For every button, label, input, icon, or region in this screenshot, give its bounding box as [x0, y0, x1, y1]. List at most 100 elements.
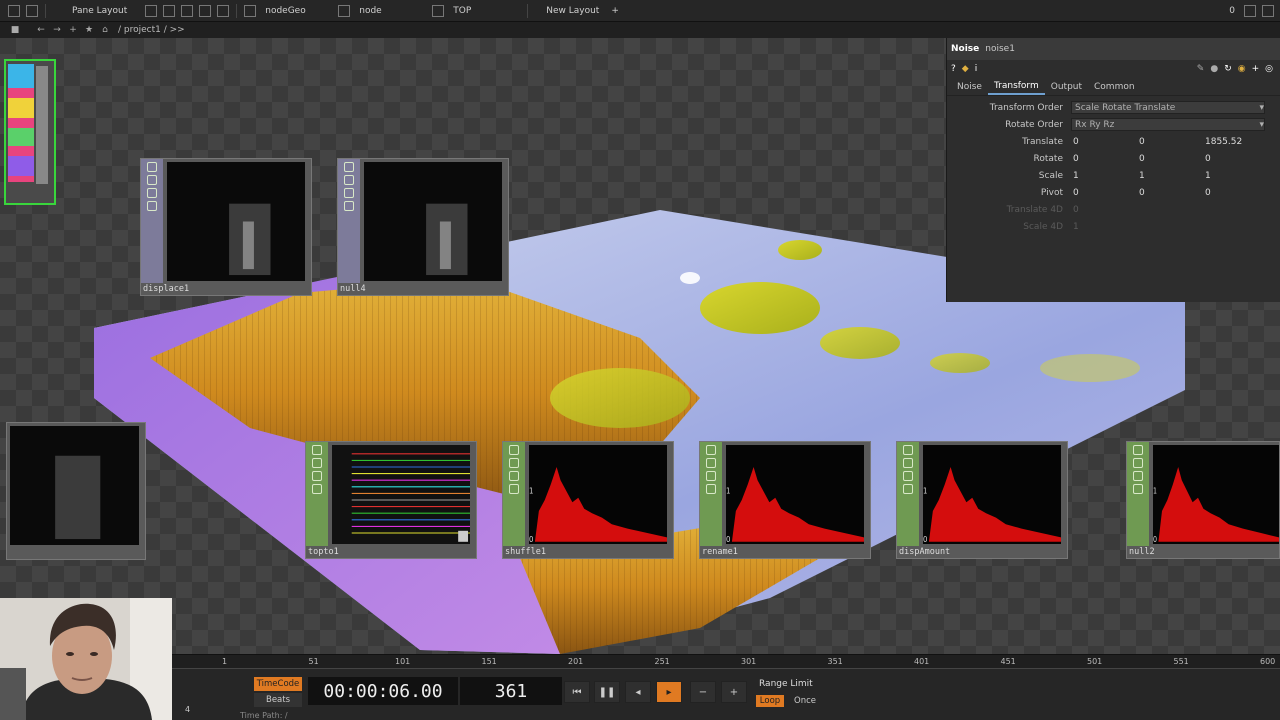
layout-triple-icon[interactable] — [181, 4, 194, 17]
play-button[interactable]: ▸ — [656, 681, 682, 703]
arrow-icon[interactable] — [706, 471, 716, 481]
timecode-display[interactable]: 00:00:06.00 — [308, 677, 458, 705]
bypass-icon[interactable] — [147, 201, 157, 211]
viewer-toggle-icon[interactable] — [147, 162, 157, 172]
network-path[interactable]: / project1 / >> — [118, 25, 185, 35]
rotate-order-dropdown[interactable]: Rx Ry Rz ▾ — [1071, 118, 1265, 131]
scale-x-field[interactable]: 1 — [1071, 171, 1137, 181]
color-icon[interactable]: ◉ — [1238, 64, 1246, 74]
scale-y-field[interactable]: 1 — [1137, 171, 1203, 181]
op-unnamed[interactable] — [6, 422, 146, 560]
edit-icon[interactable] — [903, 458, 913, 468]
tab-noise[interactable]: Noise — [951, 80, 988, 94]
add-icon[interactable]: + — [66, 24, 80, 36]
op-null2[interactable]: 1 0 null2 — [1126, 441, 1280, 559]
arrow-icon[interactable] — [344, 188, 354, 198]
bypass-icon[interactable] — [1133, 484, 1143, 494]
help-icon[interactable]: ? — [951, 64, 956, 74]
decrement-button[interactable]: − — [690, 681, 716, 703]
viewer-toggle-icon[interactable] — [344, 162, 354, 172]
arrow-icon[interactable] — [509, 471, 519, 481]
timecode-button[interactable]: TimeCode — [254, 677, 302, 691]
viewer-toggle-icon[interactable] — [903, 445, 913, 455]
op-displace1[interactable]: displace1 — [140, 158, 312, 296]
frame-display[interactable]: 361 — [460, 677, 562, 705]
edit-icon[interactable] — [706, 458, 716, 468]
pencil-icon[interactable]: ✎ — [1197, 64, 1205, 74]
pivot-x-field[interactable]: 0 — [1071, 188, 1137, 198]
back-icon[interactable]: ← — [34, 24, 48, 36]
edit-icon[interactable] — [509, 458, 519, 468]
tab-common[interactable]: Common — [1088, 80, 1141, 94]
viewer-toggle-icon[interactable] — [312, 445, 322, 455]
python-icon[interactable]: ◆ — [962, 64, 969, 74]
refresh-icon[interactable]: ↻ — [1224, 64, 1232, 74]
edit-icon[interactable] — [344, 175, 354, 185]
edit-icon[interactable] — [1133, 458, 1143, 468]
comment-icon[interactable]: ● — [1210, 64, 1218, 74]
bypass-icon[interactable] — [312, 484, 322, 494]
tab-nodegeo[interactable]: nodeGeo — [259, 3, 335, 19]
scale-4d-field[interactable]: 1 — [1071, 222, 1137, 232]
pane-layout-button[interactable]: Pane Layout — [66, 3, 133, 19]
arrow-icon[interactable] — [903, 471, 913, 481]
arrow-icon[interactable] — [147, 188, 157, 198]
window-icon[interactable] — [8, 4, 20, 17]
rotate-x-field[interactable]: 0 — [1071, 154, 1137, 164]
rotate-z-field[interactable]: 0 — [1203, 154, 1269, 164]
edit-icon[interactable] — [147, 175, 157, 185]
viewer-toggle-icon[interactable] — [1133, 445, 1143, 455]
op-rename1[interactable]: 1 0 rename1 — [699, 441, 871, 559]
stop-icon[interactable]: ■ — [8, 24, 22, 36]
rotate-y-field[interactable]: 0 — [1137, 154, 1203, 164]
add-icon[interactable]: + — [1252, 64, 1260, 74]
transform-order-dropdown[interactable]: Scale Rotate Translate ▾ — [1071, 101, 1265, 114]
layout-grid-icon[interactable] — [217, 4, 230, 17]
op-topto1[interactable]: topto1 — [305, 441, 477, 559]
tab-transform[interactable]: Transform — [987, 79, 1045, 95]
pivot-y-field[interactable]: 0 — [1137, 188, 1203, 198]
menu-icon[interactable] — [1262, 4, 1274, 17]
op-shuffle1[interactable]: 1 0 shuffle1 — [502, 441, 674, 559]
arrow-icon[interactable] — [1133, 471, 1143, 481]
increment-button[interactable]: + — [721, 681, 747, 703]
rewind-button[interactable]: ⏮ — [564, 681, 590, 703]
edit-icon[interactable] — [312, 458, 322, 468]
arrow-icon[interactable] — [312, 471, 322, 481]
viewer-toggle-icon[interactable] — [706, 445, 716, 455]
layout-single-icon[interactable] — [145, 4, 158, 17]
beats-button[interactable]: Beats — [254, 693, 302, 707]
forward-icon[interactable]: → — [50, 24, 64, 36]
translate-y-field[interactable]: 0 — [1137, 137, 1203, 147]
viewer-toggle-icon[interactable] — [509, 445, 519, 455]
timeline-ruler[interactable]: 1 51 101 151 201 251 301 351 401 451 501 551 600 — [172, 655, 1280, 669]
scale-z-field[interactable]: 1 — [1203, 171, 1269, 181]
op-dispamount[interactable]: 1 0 dispAmount — [896, 441, 1068, 559]
op-null4[interactable]: null4 — [337, 158, 509, 296]
loop-button[interactable]: Loop — [756, 695, 784, 707]
translate-4d-field[interactable]: 0 — [1071, 205, 1137, 215]
pause-button[interactable]: ❚❚ — [594, 681, 620, 703]
translate-x-field[interactable]: 0 — [1071, 137, 1137, 147]
target-icon[interactable]: ◎ — [1265, 64, 1273, 74]
bypass-icon[interactable] — [706, 484, 716, 494]
step-back-button[interactable]: ◂ — [625, 681, 651, 703]
once-button[interactable]: Once — [790, 695, 820, 707]
pivot-z-field[interactable]: 0 — [1203, 188, 1269, 198]
tab-new-layout[interactable]: New Layout — [540, 3, 605, 19]
bypass-icon[interactable] — [509, 484, 519, 494]
tab-node[interactable]: node — [353, 3, 429, 19]
info-icon[interactable]: i — [975, 64, 978, 74]
maximize-icon[interactable] — [1244, 4, 1256, 17]
tab-output[interactable]: Output — [1045, 80, 1088, 94]
tab-top[interactable]: TOP — [447, 3, 523, 19]
bypass-icon[interactable] — [903, 484, 913, 494]
translate-z-field[interactable]: 1855.52 — [1203, 137, 1269, 147]
home-icon[interactable]: ⌂ — [98, 24, 112, 36]
bookmark-icon[interactable]: ★ — [82, 24, 96, 36]
add-pane-button[interactable]: + — [605, 3, 625, 19]
op-name-field[interactable]: noise1 — [985, 44, 1015, 54]
bypass-icon[interactable] — [344, 201, 354, 211]
layout-quad-icon[interactable] — [199, 4, 212, 17]
layout-icon[interactable] — [26, 4, 38, 17]
